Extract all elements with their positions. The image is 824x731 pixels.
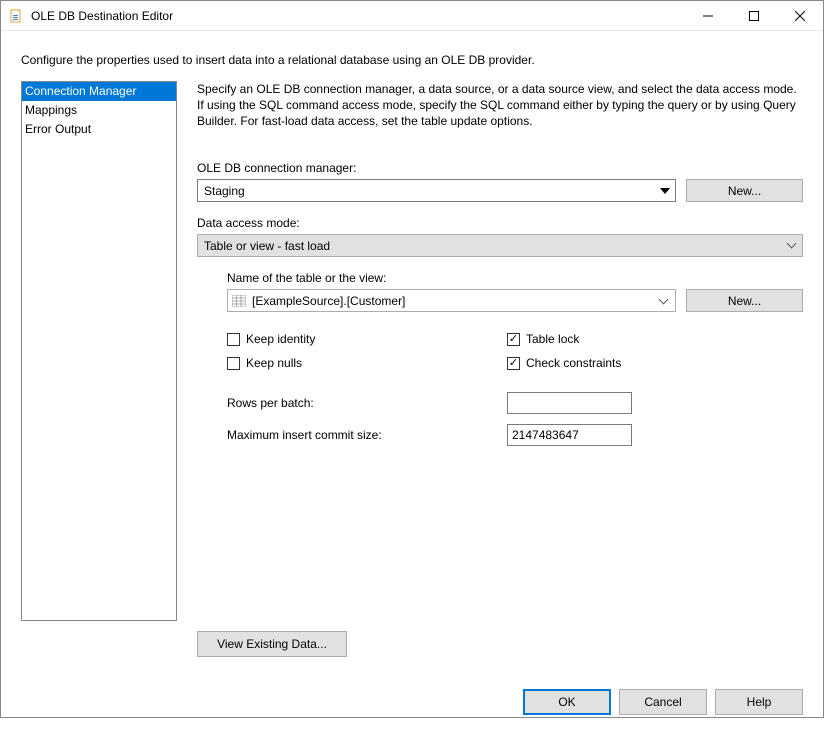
data-access-mode-value: Table or view - fast load bbox=[204, 239, 330, 253]
check-constraints-label: Check constraints bbox=[526, 356, 621, 370]
panel-description: Specify an OLE DB connection manager, a … bbox=[197, 81, 803, 129]
category-sidebar: Connection Manager Mappings Error Output bbox=[21, 81, 177, 621]
sidebar-item-connection-manager[interactable]: Connection Manager bbox=[22, 82, 176, 101]
title-bar: OLE DB Destination Editor bbox=[1, 1, 823, 31]
checkbox-icon bbox=[227, 333, 240, 346]
max-commit-size-label: Maximum insert commit size: bbox=[227, 428, 507, 442]
max-commit-size-input[interactable] bbox=[507, 424, 632, 446]
dialog-footer: OK Cancel Help bbox=[1, 677, 823, 731]
new-connection-button[interactable]: New... bbox=[686, 179, 803, 202]
chevron-down-icon bbox=[660, 299, 667, 303]
maximize-button[interactable] bbox=[731, 1, 777, 31]
table-name-value: [ExampleSource].[Customer] bbox=[252, 294, 405, 308]
sidebar-item-mappings[interactable]: Mappings bbox=[22, 101, 176, 120]
sidebar-item-error-output[interactable]: Error Output bbox=[22, 120, 176, 139]
checkbox-icon bbox=[227, 357, 240, 370]
keep-identity-label: Keep identity bbox=[246, 332, 315, 346]
settings-panel: Specify an OLE DB connection manager, a … bbox=[197, 81, 803, 665]
checkbox-icon bbox=[507, 333, 520, 346]
table-name-dropdown[interactable]: [ExampleSource].[Customer] bbox=[227, 289, 676, 312]
window-title: OLE DB Destination Editor bbox=[31, 9, 685, 23]
rows-per-batch-label: Rows per batch: bbox=[227, 396, 507, 410]
close-button[interactable] bbox=[777, 1, 823, 31]
keep-nulls-checkbox[interactable]: Keep nulls bbox=[227, 356, 507, 370]
cancel-button[interactable]: Cancel bbox=[619, 689, 707, 715]
view-existing-data-button[interactable]: View Existing Data... bbox=[197, 631, 347, 657]
dialog-subtitle: Configure the properties used to insert … bbox=[1, 31, 823, 81]
connection-manager-combo[interactable]: Staging bbox=[197, 179, 676, 202]
rows-per-batch-input[interactable] bbox=[507, 392, 632, 414]
help-button[interactable]: Help bbox=[715, 689, 803, 715]
connection-manager-label: OLE DB connection manager: bbox=[197, 161, 803, 175]
chevron-down-icon bbox=[656, 188, 673, 194]
chevron-down-icon bbox=[788, 243, 796, 248]
app-icon bbox=[9, 8, 25, 24]
data-access-mode-dropdown[interactable]: Table or view - fast load bbox=[197, 234, 803, 257]
table-icon bbox=[232, 295, 246, 307]
data-access-mode-label: Data access mode: bbox=[197, 216, 803, 230]
table-name-label: Name of the table or the view: bbox=[227, 271, 803, 285]
table-lock-label: Table lock bbox=[526, 332, 579, 346]
checkbox-icon bbox=[507, 357, 520, 370]
check-constraints-checkbox[interactable]: Check constraints bbox=[507, 356, 787, 370]
table-lock-checkbox[interactable]: Table lock bbox=[507, 332, 787, 346]
minimize-button[interactable] bbox=[685, 1, 731, 31]
close-icon bbox=[795, 11, 805, 21]
ok-button[interactable]: OK bbox=[523, 689, 611, 715]
minimize-icon bbox=[703, 11, 713, 21]
new-table-button[interactable]: New... bbox=[686, 289, 803, 312]
keep-identity-checkbox[interactable]: Keep identity bbox=[227, 332, 507, 346]
maximize-icon bbox=[749, 11, 759, 21]
keep-nulls-label: Keep nulls bbox=[246, 356, 302, 370]
connection-manager-value: Staging bbox=[204, 184, 656, 198]
